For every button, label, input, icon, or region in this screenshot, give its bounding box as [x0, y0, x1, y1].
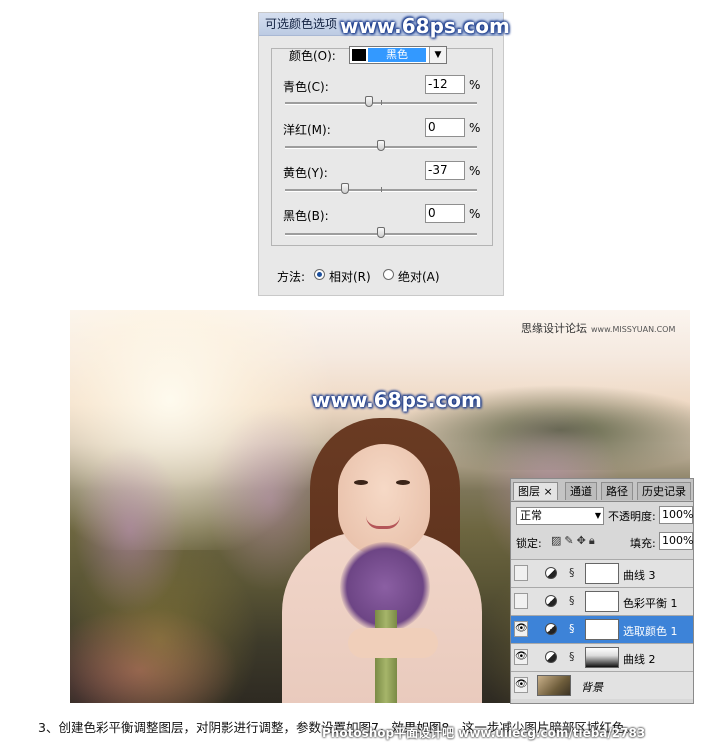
- yellow-unit: %: [469, 164, 481, 178]
- adjustment-layer-icon: [545, 651, 557, 663]
- right-eye: [396, 480, 410, 485]
- absolute-radio[interactable]: [383, 269, 394, 280]
- absolute-label: 绝对(A): [398, 270, 440, 284]
- close-icon[interactable]: ×: [544, 485, 553, 498]
- chevron-down-icon[interactable]: ▼: [429, 47, 446, 63]
- tab-layers[interactable]: 图层 ×: [513, 482, 558, 500]
- fill-input[interactable]: 100%: [659, 532, 693, 550]
- forum-credit-text: 思缘设计论坛: [521, 322, 587, 335]
- opacity-input[interactable]: 100%: [659, 506, 693, 524]
- colors-select[interactable]: 黑色 ▼: [349, 46, 447, 64]
- layer-name: 曲线 2: [623, 653, 656, 666]
- black-swatch: [352, 49, 366, 61]
- face: [338, 444, 430, 556]
- left-eye: [354, 480, 368, 485]
- relative-label: 相对(R): [329, 270, 371, 284]
- relative-radio[interactable]: [314, 269, 325, 280]
- magenta-slider-track[interactable]: [285, 140, 477, 151]
- eye-icon[interactable]: 👁︎: [514, 677, 528, 693]
- site-watermark: www.68ps.com: [340, 14, 510, 38]
- tab-paths[interactable]: 路径: [601, 482, 633, 500]
- slider-center-tick: [381, 100, 382, 105]
- yellow-label: 黄色(Y):: [283, 166, 328, 180]
- colors-label: 颜色(O):: [289, 49, 336, 63]
- tab-channels[interactable]: 通道: [565, 482, 597, 500]
- layer-mask-thumbnail[interactable]: [585, 563, 619, 584]
- chevron-down-icon[interactable]: ▼: [595, 508, 601, 524]
- cyan-slider-track[interactable]: [285, 96, 477, 107]
- caption-watermark: Photoshop平面设计吧 www.uiiecg.com/tieba/2783: [322, 726, 646, 740]
- lock-icons[interactable]: ▨✎✥🔒︎: [551, 534, 598, 548]
- visibility-toggle[interactable]: [514, 565, 528, 581]
- visibility-toggle[interactable]: [514, 593, 528, 609]
- layers-panel-tabs: 图层 × 通道 路径 历史记录: [511, 479, 693, 502]
- tab-layers-label: 图层: [518, 485, 540, 498]
- photo-watermark: www.68ps.com: [312, 388, 482, 412]
- layer-mask-thumbnail[interactable]: [585, 647, 619, 668]
- slider-center-tick: [381, 187, 382, 192]
- opacity-label: 不透明度:: [608, 510, 656, 523]
- black-label: 黑色(B):: [283, 209, 329, 223]
- layer-name: 背景: [581, 681, 603, 694]
- hands: [348, 628, 438, 658]
- layer-row-curves-2[interactable]: 👁︎ § 曲线 2: [511, 643, 693, 671]
- link-icon: §: [569, 594, 575, 607]
- magenta-unit: %: [469, 121, 481, 135]
- yellow-slider-track[interactable]: [285, 183, 477, 194]
- adjustment-layer-icon: [545, 567, 557, 579]
- cyan-label: 青色(C):: [283, 80, 329, 94]
- adjustment-layer-icon: [545, 623, 557, 635]
- layer-row-color-balance-1[interactable]: § 色彩平衡 1: [511, 587, 693, 615]
- lock-all-icon[interactable]: 🔒︎: [589, 534, 598, 547]
- colors-select-value: 黑色: [368, 48, 426, 62]
- lock-transparency-icon[interactable]: ▨: [551, 534, 564, 547]
- lock-move-icon[interactable]: ✥: [577, 534, 589, 547]
- fill-label: 填充:: [630, 537, 656, 550]
- layer-mask-thumbnail[interactable]: [585, 619, 619, 640]
- layer-name: 色彩平衡 1: [623, 597, 678, 610]
- forum-credit-url: www.MISSYUAN.COM: [591, 325, 676, 334]
- cyan-input[interactable]: -12: [425, 75, 465, 94]
- layer-row-selective-color-1[interactable]: 👁︎ § 选取颜色 1: [511, 615, 693, 643]
- layer-row-background[interactable]: 👁︎ 背景: [511, 671, 693, 699]
- adjustment-layer-icon: [545, 595, 557, 607]
- link-icon: §: [569, 622, 575, 635]
- layers-panel: 图层 × 通道 路径 历史记录 正常 ▼ 不透明度: 100% 锁定: ▨✎✥🔒…: [510, 478, 694, 704]
- eye-icon[interactable]: 👁︎: [514, 621, 528, 637]
- lock-label: 锁定:: [516, 537, 542, 550]
- black-slider-track[interactable]: [285, 227, 477, 238]
- cyan-unit: %: [469, 78, 481, 92]
- black-unit: %: [469, 207, 481, 221]
- layer-row-curves-3[interactable]: § 曲线 3: [511, 559, 693, 587]
- black-input[interactable]: 0: [425, 204, 465, 223]
- magenta-slider-thumb[interactable]: [377, 140, 385, 151]
- black-slider-thumb[interactable]: [377, 227, 385, 238]
- method-label: 方法:: [277, 270, 306, 284]
- eye-icon[interactable]: 👁︎: [514, 649, 528, 665]
- tab-history[interactable]: 历史记录: [637, 482, 691, 500]
- magenta-input[interactable]: 0: [425, 118, 465, 137]
- link-icon: §: [569, 650, 575, 663]
- selective-color-dialog: 可选颜色选项 颜色(O): 黑色 ▼ 青色(C): -12 % 洋红(M): 0…: [258, 12, 504, 296]
- blend-mode-value: 正常: [520, 509, 542, 522]
- yellow-input[interactable]: -37: [425, 161, 465, 180]
- layer-name: 曲线 3: [623, 569, 656, 582]
- forum-credit: 思缘设计论坛 www.MISSYUAN.COM: [521, 320, 675, 336]
- link-icon: §: [569, 566, 575, 579]
- magenta-label: 洋红(M):: [283, 123, 331, 137]
- blend-mode-select[interactable]: 正常 ▼: [516, 507, 604, 525]
- layer-thumbnail[interactable]: [537, 675, 571, 696]
- lock-brush-icon[interactable]: ✎: [564, 534, 576, 547]
- layer-mask-thumbnail[interactable]: [585, 591, 619, 612]
- layer-name: 选取颜色 1: [623, 625, 678, 638]
